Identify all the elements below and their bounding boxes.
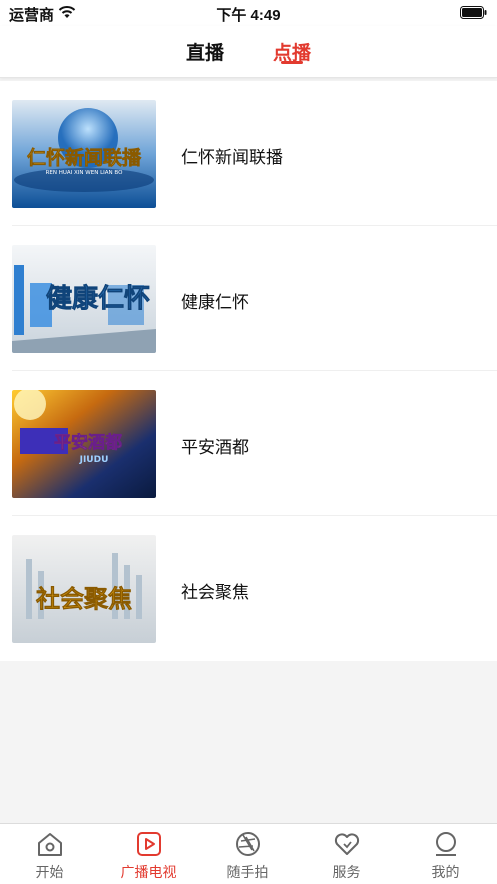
home-icon: [38, 833, 62, 856]
user-icon: [436, 832, 456, 856]
bottom-tab-bar: 开始 广播电视 随手拍 服务 我的: [0, 823, 497, 884]
svg-text:仁怀新闻联播: 仁怀新闻联播: [27, 146, 142, 169]
active-tab-indicator: [281, 61, 303, 64]
svg-text:平安酒都: 平安酒都: [54, 432, 122, 453]
program-thumbnail: 健康仁怀: [12, 245, 156, 353]
program-thumbnail: 平安酒都 JIUDU: [12, 390, 156, 498]
nav-label: 服务: [332, 864, 361, 880]
status-bar: 运营商 下午 4:49: [0, 0, 497, 26]
nav-services[interactable]: 服务: [297, 824, 396, 884]
aperture-icon: [236, 832, 260, 856]
nav-home[interactable]: 开始: [0, 824, 99, 884]
svg-text:社会聚焦: 社会聚焦: [36, 585, 132, 613]
nav-label: 我的: [431, 864, 460, 880]
top-tab-bar: 直播 点播: [0, 26, 497, 78]
svg-text:健康仁怀: 健康仁怀: [46, 283, 150, 314]
nav-broadcast-tv[interactable]: 广播电视: [99, 824, 198, 884]
nav-mine[interactable]: 我的: [396, 824, 495, 884]
nav-label: 开始: [35, 864, 64, 880]
program-item[interactable]: 健康仁怀 健康仁怀: [0, 226, 497, 371]
nav-snapshot[interactable]: 随手拍: [198, 824, 297, 884]
program-item[interactable]: 仁怀新闻联播 REN HUAI XIN WEN LIAN BO 仁怀新闻联播: [0, 81, 497, 226]
program-thumbnail: 社会聚焦: [12, 535, 156, 643]
svg-text:REN HUAI XIN WEN LIAN BO: REN HUAI XIN WEN LIAN BO: [46, 170, 123, 176]
program-item[interactable]: 平安酒都 JIUDU 平安酒都: [0, 371, 497, 516]
program-thumbnail: 仁怀新闻联播 REN HUAI XIN WEN LIAN BO: [12, 100, 156, 208]
program-title: 平安酒都: [181, 438, 249, 457]
svg-text:JIUDU: JIUDU: [79, 455, 109, 465]
tab-live[interactable]: 直播: [186, 38, 224, 65]
play-icon: [137, 832, 161, 856]
nav-label: 广播电视: [120, 864, 177, 880]
program-title: 社会聚焦: [181, 583, 249, 602]
clock: 下午 4:49: [216, 7, 281, 24]
program-title: 健康仁怀: [181, 293, 249, 312]
nav-label: 随手拍: [226, 864, 269, 880]
program-list: 仁怀新闻联播 REN HUAI XIN WEN LIAN BO 仁怀新闻联播 健…: [0, 81, 497, 661]
battery-icon: [460, 6, 487, 19]
heart-icon: [334, 833, 360, 855]
program-item[interactable]: 社会聚焦 社会聚焦: [0, 516, 497, 661]
program-title: 仁怀新闻联播: [181, 148, 283, 167]
